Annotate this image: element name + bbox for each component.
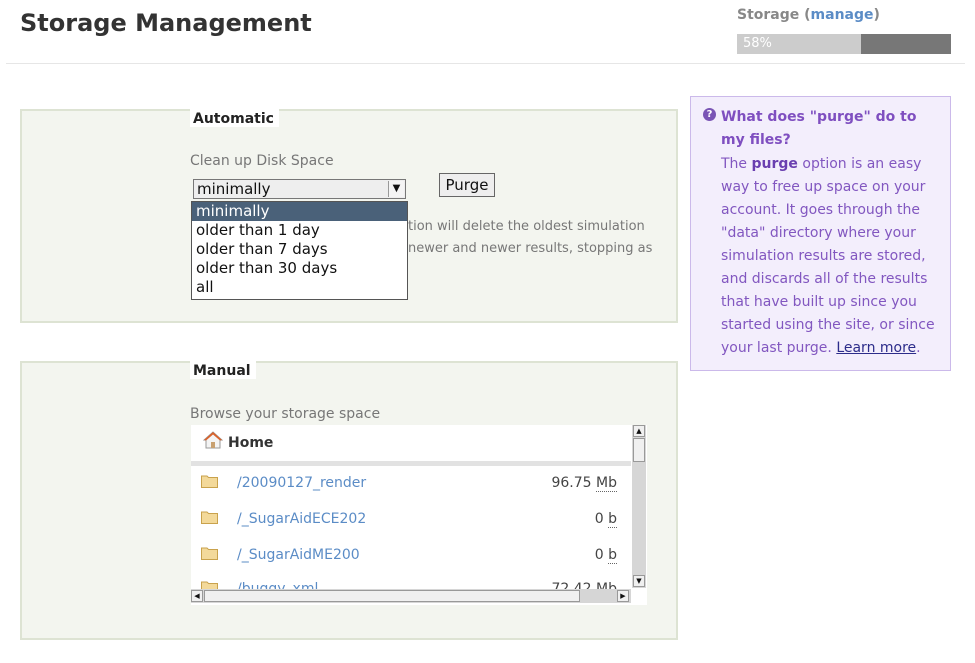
dropdown-option-30-days[interactable]: older than 30 days [192, 259, 407, 278]
folder-icon [201, 581, 218, 589]
home-icon[interactable] [203, 431, 223, 449]
purge-description-line1: tion will delete the oldest simulation [408, 219, 645, 234]
help-body: The purge option is an easy way to free … [721, 153, 943, 360]
help-body-bold: purge [751, 156, 798, 172]
file-name[interactable]: /buggy_xml [237, 581, 318, 589]
header-divider [6, 63, 965, 64]
question-icon: ? [703, 108, 716, 121]
file-size: 72.42 Mb [551, 581, 617, 589]
purge-help-box: ? What does "purge" do to my files? The … [690, 96, 951, 371]
horizontal-scrollbar[interactable]: ◀ ▶ [191, 589, 631, 603]
folder-icon [201, 475, 218, 488]
help-body-prefix: The [721, 156, 752, 172]
scroll-up-icon[interactable]: ▲ [633, 425, 645, 437]
home-label[interactable]: Home [228, 435, 273, 451]
manual-legend: Manual [190, 361, 256, 379]
dropdown-option-minimally[interactable]: minimally [192, 202, 407, 221]
folder-icon [201, 511, 218, 524]
browse-label: Browse your storage space [190, 406, 381, 422]
automatic-legend: Automatic [190, 109, 279, 127]
storage-label: Storage (manage) [737, 7, 880, 23]
dropdown-option-7-days[interactable]: older than 7 days [192, 240, 407, 259]
browser-header: Home [191, 425, 631, 466]
cleanup-dropdown-list: minimally older than 1 day older than 7 … [191, 201, 408, 300]
file-size-unit: Mb [596, 581, 617, 589]
purge-description-line2: newer and newer results, stopping as [408, 241, 653, 256]
help-body-text: option is an easy way to free up space o… [721, 156, 935, 356]
storage-paren-close: ) [873, 7, 880, 23]
purge-button[interactable]: Purge [439, 173, 495, 197]
scroll-right-icon[interactable]: ▶ [617, 590, 629, 602]
page-title: Storage Management [20, 9, 312, 37]
cleanup-label: Clean up Disk Space [190, 153, 334, 169]
scroll-down-icon[interactable]: ▼ [633, 575, 645, 587]
file-size-value: 0 [594, 511, 604, 527]
cleanup-select-value: minimally [197, 180, 271, 198]
help-title: What does "purge" do to my files? [721, 109, 917, 148]
file-name[interactable]: /20090127_render [237, 475, 366, 491]
file-size: 0 b [594, 547, 617, 564]
file-row[interactable]: /_SugarAidECE202 0 b [191, 509, 631, 529]
file-row[interactable]: /_SugarAidME200 0 b [191, 545, 631, 565]
horizontal-scroll-thumb[interactable] [204, 590, 580, 602]
scroll-left-icon[interactable]: ◀ [191, 590, 203, 602]
file-name[interactable]: /_SugarAidECE202 [237, 511, 366, 527]
cleanup-select[interactable]: minimally ▼ [193, 179, 406, 199]
dropdown-option-all[interactable]: all [192, 278, 407, 297]
storage-usage-meter: 58% [737, 34, 951, 54]
file-size-unit: Mb [596, 475, 617, 492]
dropdown-option-1-day[interactable]: older than 1 day [192, 221, 407, 240]
file-size-value: 96.75 [551, 475, 592, 491]
manage-link[interactable]: manage [811, 7, 874, 23]
storage-label-text: Storage [737, 7, 800, 23]
file-size-unit: b [608, 547, 617, 564]
file-size-unit: b [608, 511, 617, 528]
file-size-value: 72.42 [551, 581, 592, 589]
file-row[interactable]: /buggy_xml 72.42 Mb [191, 579, 631, 589]
manual-panel: Manual Browse your storage space Home /2… [20, 361, 678, 640]
vertical-scrollbar[interactable]: ▲ ▼ [632, 425, 646, 588]
automatic-panel: Automatic Clean up Disk Space minimally … [20, 109, 678, 323]
storage-usage-percent: 58% [743, 36, 772, 51]
file-size: 0 b [594, 511, 617, 528]
learn-more-link[interactable]: Learn more [836, 340, 916, 356]
help-body-period: . [916, 340, 921, 356]
file-size: 96.75 Mb [551, 475, 617, 492]
folder-icon [201, 547, 218, 560]
file-name[interactable]: /_SugarAidME200 [237, 547, 360, 563]
file-size-value: 0 [594, 547, 604, 563]
file-row[interactable]: /20090127_render 96.75 Mb [191, 473, 631, 493]
vertical-scroll-thumb[interactable] [633, 438, 645, 462]
storage-browser: Home /20090127_render 96.75 Mb /_SugarAi… [191, 425, 647, 605]
chevron-down-icon[interactable]: ▼ [388, 181, 404, 197]
